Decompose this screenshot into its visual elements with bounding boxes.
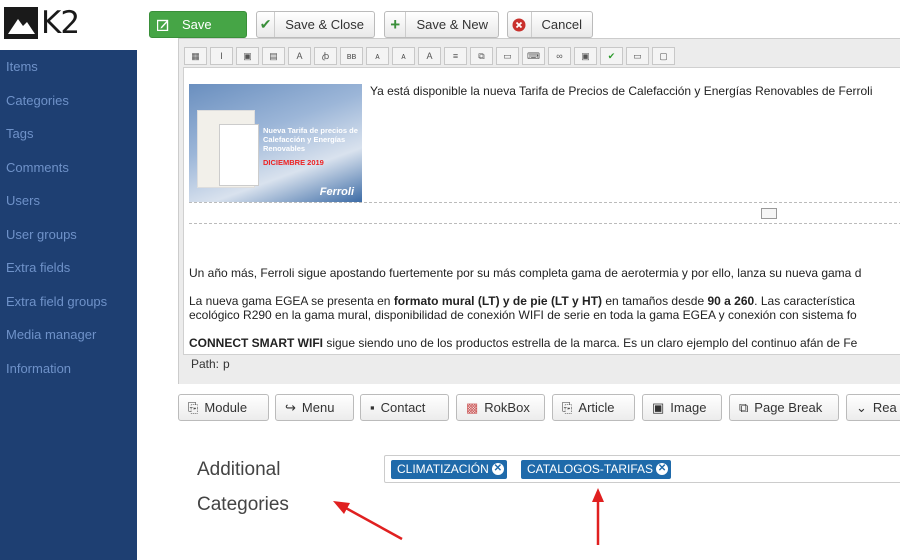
arrow-to-label <box>333 501 403 541</box>
annotation-arrows <box>333 488 604 545</box>
arrow-to-tags <box>592 488 604 545</box>
